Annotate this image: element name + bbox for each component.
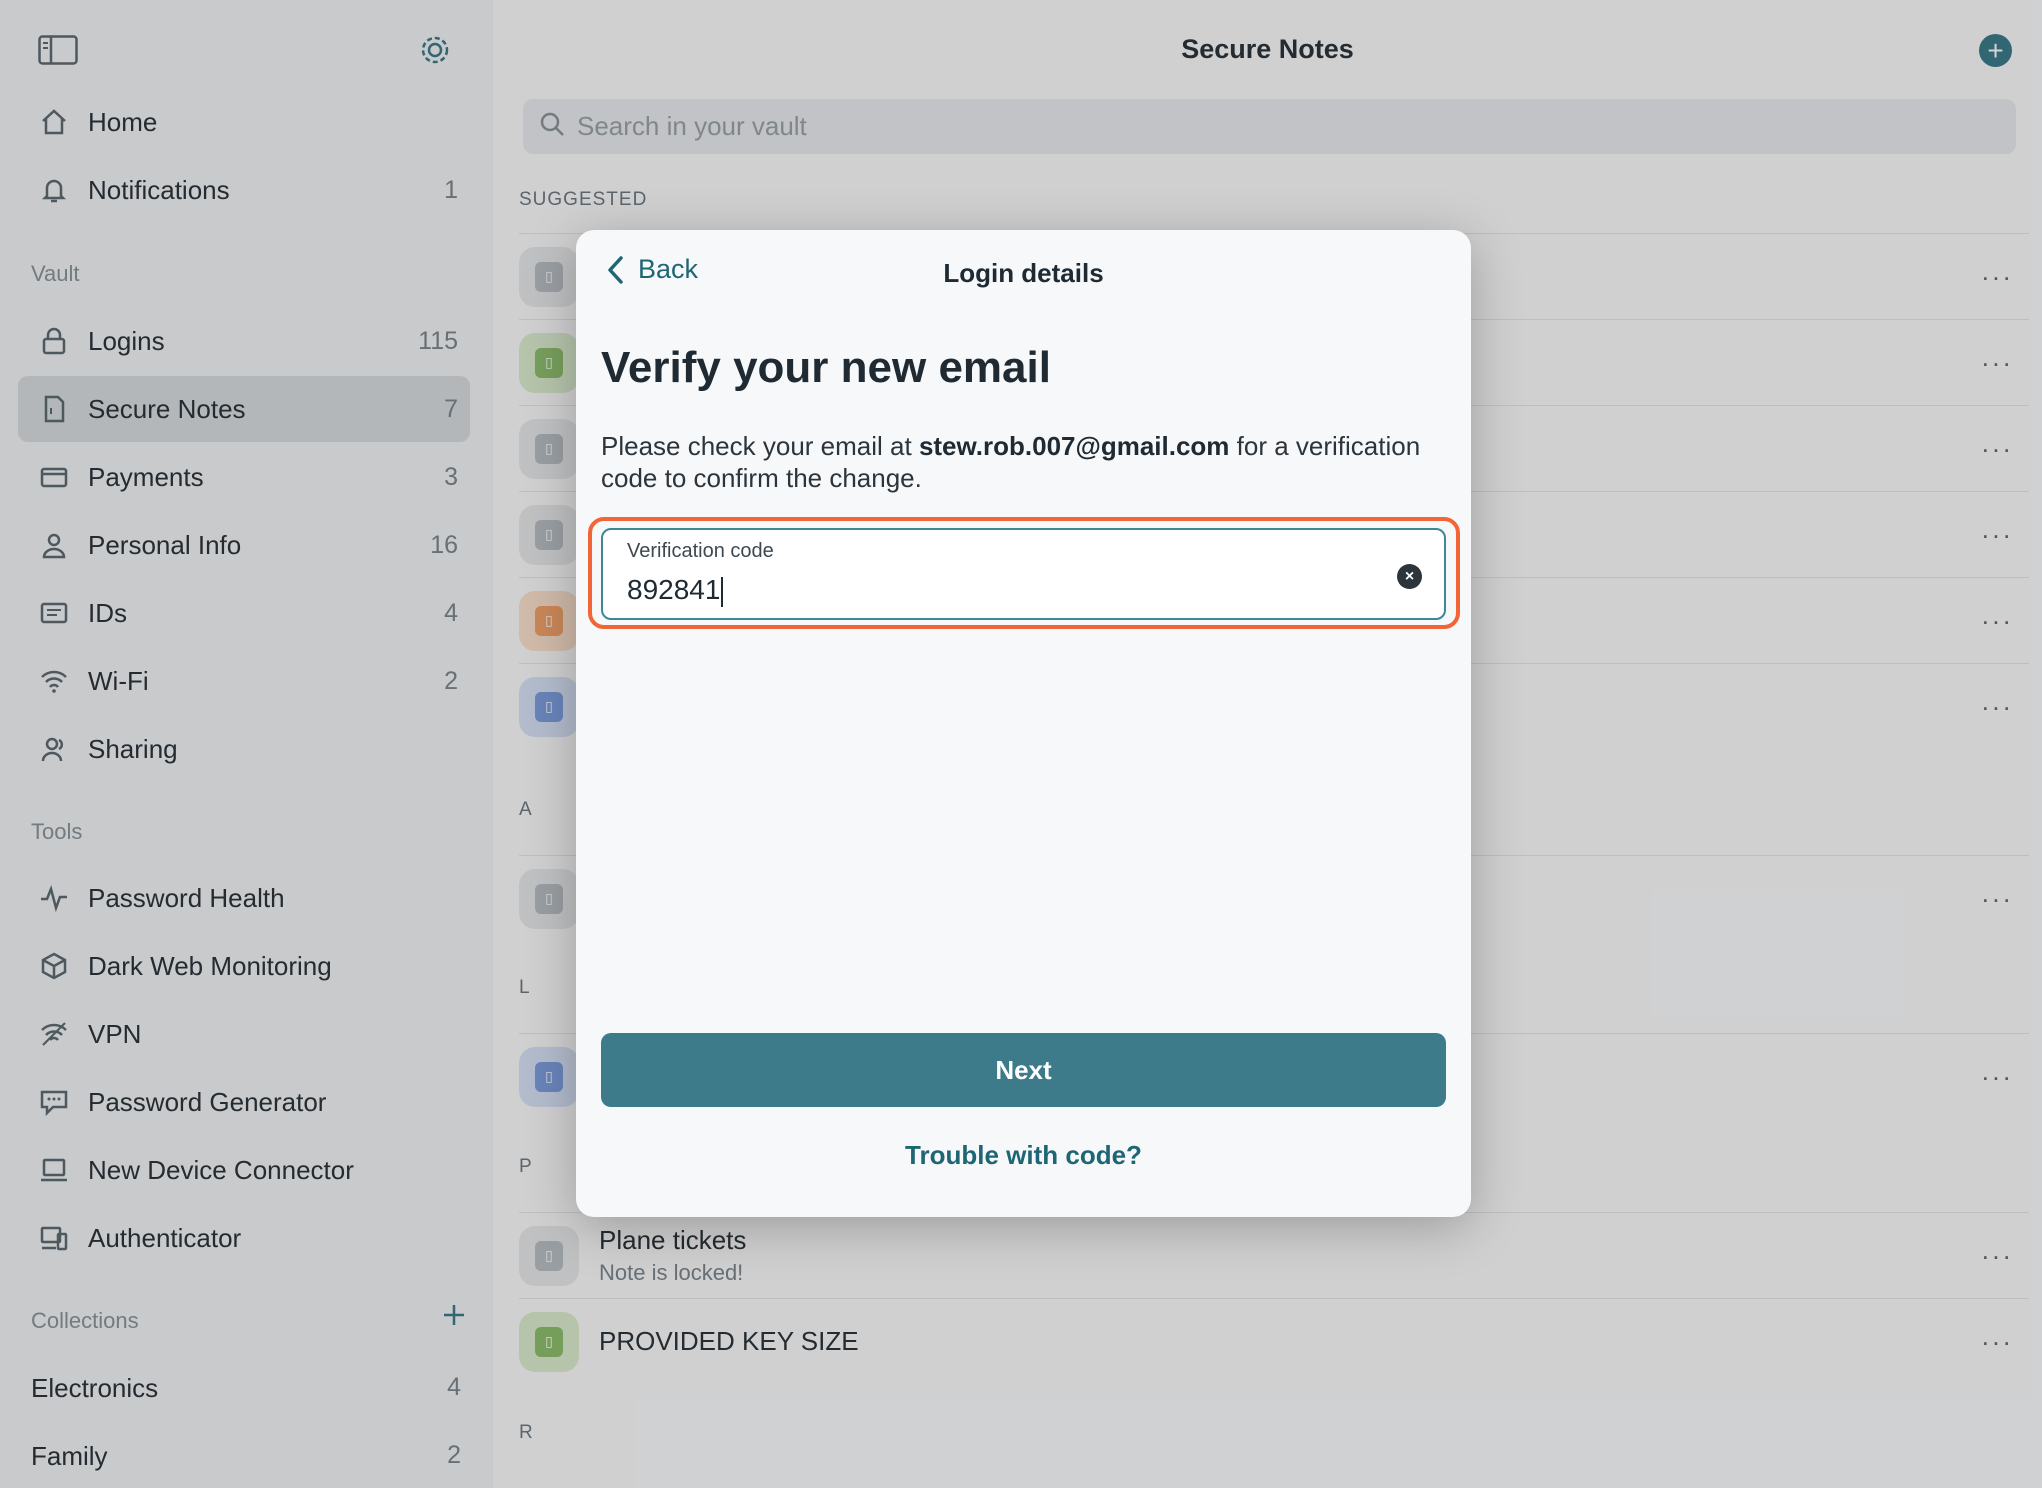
desc-prefix: Please check your email at bbox=[601, 431, 919, 461]
verify-email-dialog: Back Login details Verify your new email… bbox=[576, 230, 1471, 1217]
text-caret bbox=[721, 576, 724, 607]
field-value: 892841 bbox=[627, 574, 721, 605]
verification-code-field[interactable]: Verification code 892841 × bbox=[601, 528, 1446, 620]
next-button[interactable]: Next bbox=[601, 1033, 1446, 1107]
field-value-wrapper: 892841 bbox=[627, 574, 724, 607]
dialog-description: Please check your email at stew.rob.007@… bbox=[601, 430, 1461, 494]
dialog-title: Login details bbox=[943, 258, 1104, 288]
dialog-heading: Verify your new email bbox=[601, 343, 1051, 392]
clear-icon[interactable]: × bbox=[1397, 564, 1422, 589]
trouble-with-code-link[interactable]: Trouble with code? bbox=[576, 1140, 1471, 1171]
email-address: stew.rob.007@gmail.com bbox=[918, 431, 1230, 461]
field-label: Verification code bbox=[627, 540, 774, 562]
